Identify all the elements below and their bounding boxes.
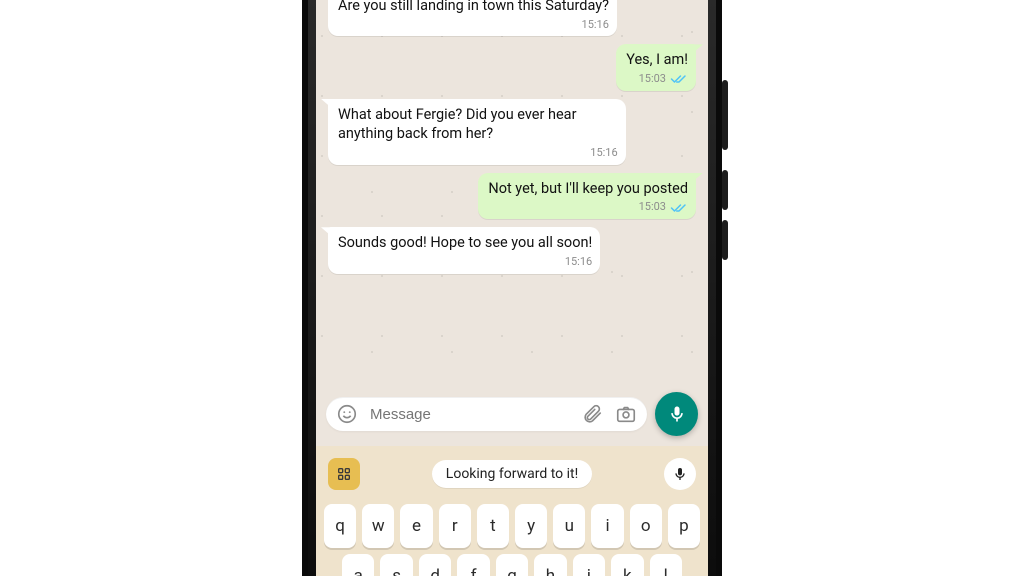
- key-t[interactable]: t: [477, 504, 509, 548]
- message-input[interactable]: [368, 405, 571, 424]
- key-g[interactable]: g: [496, 554, 528, 576]
- key-u[interactable]: u: [553, 504, 585, 548]
- key-q[interactable]: q: [324, 504, 356, 548]
- send-voice-button[interactable]: [655, 392, 698, 436]
- keyboard-row-2: a s d f g h j k l: [324, 554, 700, 576]
- message-bubble-incoming: What about Fergie? Did you ever hear any…: [328, 99, 626, 165]
- compose-trailing: [581, 403, 637, 425]
- key-i[interactable]: i: [591, 504, 623, 548]
- keyboard-voice-button[interactable]: [664, 458, 696, 490]
- message-meta: 15:03: [626, 72, 688, 87]
- message-bubble-outgoing: Not yet, but I'll keep you posted 15:03: [478, 173, 696, 219]
- soft-keyboard: Looking forward to it! q w e r t y u i o: [316, 446, 708, 576]
- key-k[interactable]: k: [611, 554, 643, 576]
- emoji-icon[interactable]: [336, 403, 358, 425]
- stage: Are you still landing in town this Satur…: [0, 0, 1024, 576]
- keyboard-row-1: q w e r t y u i o p: [324, 504, 700, 548]
- key-f[interactable]: f: [457, 554, 489, 576]
- message-text: Yes, I am!: [626, 51, 688, 68]
- key-j[interactable]: j: [573, 554, 605, 576]
- key-y[interactable]: y: [515, 504, 547, 548]
- compose-field[interactable]: [326, 397, 647, 431]
- camera-icon[interactable]: [615, 403, 637, 425]
- message-bubble-incoming: Are you still landing in town this Satur…: [328, 0, 617, 36]
- key-e[interactable]: e: [400, 504, 432, 548]
- message-time: 15:03: [639, 72, 666, 87]
- message-meta: 15:16: [338, 18, 609, 33]
- key-s[interactable]: s: [380, 554, 412, 576]
- message-time: 15:03: [639, 200, 666, 215]
- message-row[interactable]: Are you still landing in town this Satur…: [328, 0, 696, 36]
- key-h[interactable]: h: [534, 554, 566, 576]
- message-time: 15:16: [590, 146, 617, 161]
- message-time: 15:16: [565, 255, 592, 270]
- message-meta: 15:03: [488, 200, 688, 215]
- message-text: Not yet, but I'll keep you posted: [488, 180, 688, 197]
- suggestion-chip[interactable]: Looking forward to it!: [432, 460, 592, 488]
- message-row[interactable]: Sounds good! Hope to see you all soon! 1…: [328, 227, 696, 273]
- double-check-read-icon: [670, 73, 688, 85]
- phone-volume-up: [722, 170, 728, 210]
- key-w[interactable]: w: [362, 504, 394, 548]
- message-row[interactable]: Yes, I am! 15:03: [328, 44, 696, 90]
- key-r[interactable]: r: [439, 504, 471, 548]
- message-text: Sounds good! Hope to see you all soon!: [338, 234, 592, 251]
- message-row[interactable]: Not yet, but I'll keep you posted 15:03: [328, 173, 696, 219]
- phone-frame: Are you still landing in town this Satur…: [302, 0, 722, 576]
- phone-screen: Are you still landing in town this Satur…: [316, 0, 708, 576]
- key-a[interactable]: a: [342, 554, 374, 576]
- attachment-icon[interactable]: [581, 403, 603, 425]
- phone-volume-down: [722, 220, 728, 260]
- key-l[interactable]: l: [650, 554, 682, 576]
- suggestion-container: Looking forward to it!: [370, 460, 654, 488]
- message-text: What about Fergie? Did you ever hear any…: [338, 106, 577, 143]
- message-bubble-outgoing: Yes, I am! 15:03: [616, 44, 696, 90]
- message-meta: 15:16: [338, 255, 592, 270]
- key-o[interactable]: o: [630, 504, 662, 548]
- message-meta: 15:16: [338, 146, 618, 161]
- message-row[interactable]: What about Fergie? Did you ever hear any…: [328, 99, 696, 165]
- double-check-read-icon: [670, 202, 688, 214]
- phone-power-button: [722, 80, 728, 150]
- message-time: 15:16: [582, 18, 609, 33]
- chat-thread[interactable]: Are you still landing in town this Satur…: [316, 0, 708, 384]
- message-bubble-incoming: Sounds good! Hope to see you all soon! 1…: [328, 227, 600, 273]
- keyboard-menu-button[interactable]: [328, 458, 360, 490]
- message-text: Are you still landing in town this Satur…: [338, 0, 609, 14]
- key-p[interactable]: p: [668, 504, 700, 548]
- compose-bar: [316, 384, 708, 446]
- key-d[interactable]: d: [419, 554, 451, 576]
- keyboard-suggestion-row: Looking forward to it!: [324, 454, 700, 498]
